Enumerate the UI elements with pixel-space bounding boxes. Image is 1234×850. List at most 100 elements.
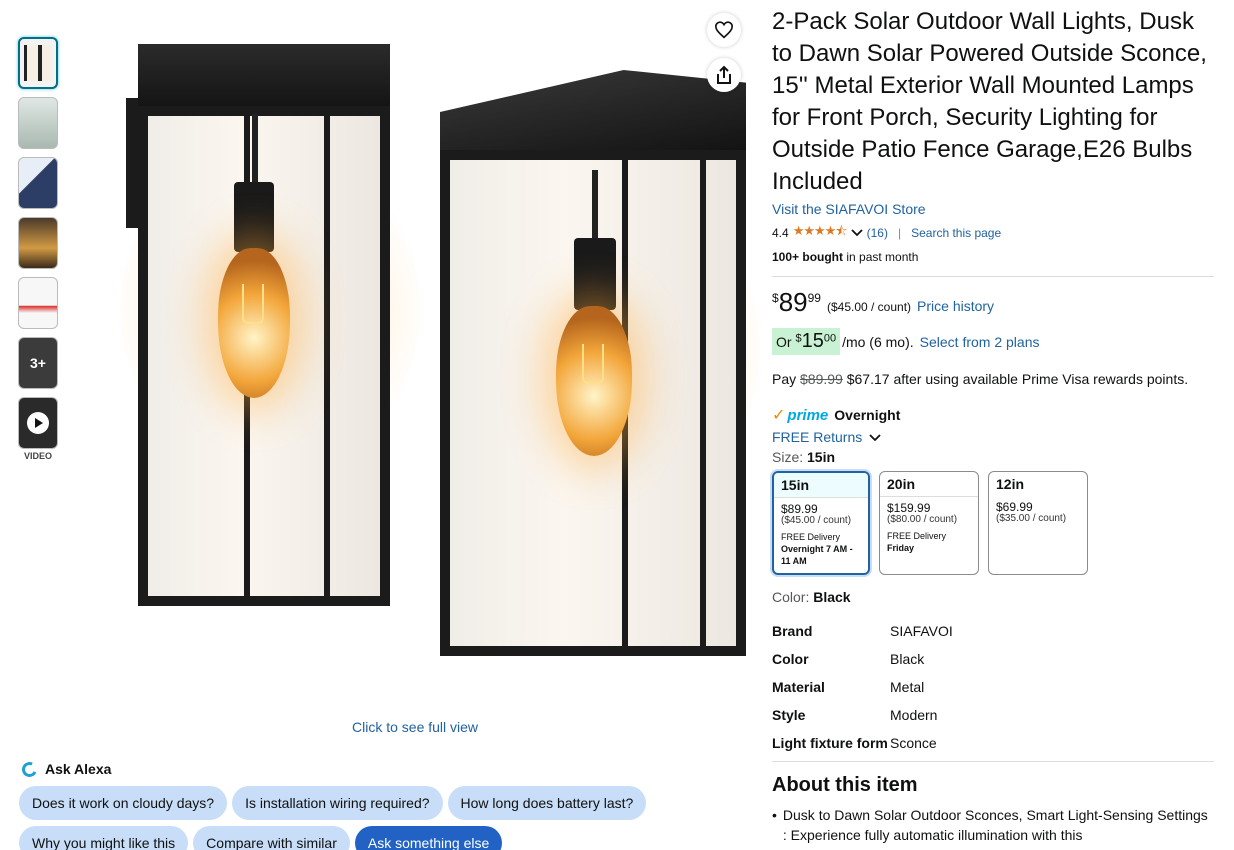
spec-row: Style Modern: [772, 705, 1214, 725]
alexa-icon: [19, 759, 40, 779]
share-icon: [717, 65, 731, 84]
lamp-left: [118, 44, 396, 614]
size-option-12in[interactable]: 12in $69.99 ($35.00 / count): [988, 471, 1088, 575]
size-option-when: Overnight 7 AM - 11 AM: [781, 544, 853, 566]
prime-check-icon: ✓: [772, 407, 786, 424]
rating-row: 4.4 ★★★★⯪ (16) | Search this page: [772, 222, 1214, 244]
spec-value: Black: [890, 651, 925, 667]
click-full-view-link[interactable]: Click to see full view: [352, 719, 478, 735]
pay-strike-price: $89.99: [800, 371, 843, 387]
spec-value: Sconce: [890, 735, 937, 751]
spec-key: Light fixture form: [772, 735, 888, 751]
color-value: Black: [813, 589, 851, 605]
wishlist-heart-button[interactable]: [707, 13, 741, 47]
size-options: 15in $89.99 ($45.00 / count) FREE Delive…: [772, 471, 1214, 575]
play-icon: [27, 412, 49, 434]
alexa-chip-why-like[interactable]: Why you might like this: [19, 826, 189, 850]
size-option-count: ($35.00 / count): [996, 513, 1067, 524]
installment-term: /mo (6 mo).: [842, 333, 914, 350]
size-label: Size: 15in: [772, 449, 1214, 465]
size-option-delivery: FREE Delivery: [887, 531, 947, 541]
price-currency: $: [772, 291, 779, 305]
thumbnail-video[interactable]: [18, 397, 58, 449]
thumbnail-3[interactable]: [18, 157, 58, 209]
size-selected: 15in: [807, 449, 836, 465]
alexa-chip-battery[interactable]: How long does battery last?: [447, 786, 647, 820]
thumbnail-5[interactable]: [18, 277, 58, 329]
product-title: 2-Pack Solar Outdoor Wall Lights, Dusk t…: [772, 8, 1207, 195]
size-option-15in[interactable]: 15in $89.99 ($45.00 / count) FREE Delive…: [772, 471, 870, 575]
alexa-chip-wiring[interactable]: Is installation wiring required?: [232, 786, 443, 820]
size-option-price: $69.99: [996, 500, 1033, 514]
price-history-link[interactable]: Price history: [917, 298, 994, 314]
heart-icon: [714, 21, 734, 39]
thumbnail-strip: 3+ VIDEO: [18, 37, 60, 461]
color-label: Color: Black: [772, 589, 1214, 605]
spec-row: Brand SIAFAVOI: [772, 621, 1214, 641]
about-heading: About this item: [772, 774, 918, 796]
share-button[interactable]: [707, 58, 741, 92]
size-option-20in[interactable]: 20in $159.99 ($80.00 / count) FREE Deliv…: [879, 471, 979, 575]
spec-key: Brand: [772, 623, 813, 639]
overnight-label: Overnight: [834, 407, 901, 423]
prime-delivery: ✓ prime Overnight: [772, 405, 1214, 425]
product-details: 2-Pack Solar Outdoor Wall Lights, Dusk t…: [772, 6, 1214, 845]
alexa-chip-compare[interactable]: Compare with similar: [193, 826, 350, 850]
price: $8999: [772, 287, 821, 318]
more-count: 3+: [30, 355, 46, 371]
free-returns-label: FREE Returns: [772, 429, 863, 445]
spec-value: Modern: [890, 707, 938, 723]
thumbnail-more[interactable]: 3+: [18, 337, 58, 389]
thumbnail-4[interactable]: [18, 217, 58, 269]
price-fraction: 99: [807, 291, 821, 305]
size-option-count: ($80.00 / count): [887, 514, 958, 525]
divider: |: [897, 226, 902, 240]
pay-prefix: Pay: [772, 371, 801, 387]
price-per-count: ($45.00 / count): [826, 300, 912, 314]
select-plans-link[interactable]: Select from 2 plans: [920, 334, 1040, 350]
prime-visa-pay: Pay $89.99 $67.17 after using available …: [772, 371, 1214, 387]
video-label: VIDEO: [23, 451, 52, 461]
size-option-name: 20in: [880, 472, 978, 497]
alexa-chip-cloudy[interactable]: Does it work on cloudy days?: [19, 786, 228, 820]
alexa-chips: Does it work on cloudy days? Is installat…: [19, 786, 719, 850]
size-option-name: 12in: [996, 476, 1025, 492]
size-option-delivery: FREE Delivery: [781, 532, 841, 542]
spec-key: Style: [772, 707, 806, 723]
lamp-right: [436, 70, 748, 660]
ask-alexa-label: Ask Alexa: [45, 761, 112, 777]
bought-rest: in past month: [843, 250, 919, 264]
chevron-down-icon: [869, 434, 881, 442]
divider-line: [772, 761, 1214, 762]
installment-whole: 15: [801, 330, 824, 352]
divider-line: [772, 276, 1214, 277]
size-option-when: Friday: [887, 543, 915, 553]
pay-rest: $67.17 after using available Prime Visa …: [842, 371, 1189, 387]
chevron-down-icon[interactable]: [850, 229, 863, 237]
thumbnail-1[interactable]: [18, 37, 58, 89]
size-option-name: 15in: [774, 473, 868, 498]
search-page-link[interactable]: Search this page: [911, 226, 1001, 240]
free-returns-link[interactable]: FREE Returns: [772, 429, 1214, 445]
about-bullet-text: Dusk to Dawn Solar Outdoor Sconces, Smar…: [782, 807, 1208, 843]
spec-key: Color: [772, 651, 809, 667]
star-rating-icon[interactable]: ★★★★⯪: [793, 222, 848, 244]
spec-row: Light fixture form Sconce: [772, 733, 1214, 753]
store-link[interactable]: Visit the SIAFAVOI Store: [772, 201, 1214, 217]
size-label-text: Size:: [772, 449, 808, 465]
installment-fraction: 00: [823, 332, 837, 345]
spec-key: Material: [772, 679, 825, 695]
bought-bold: 100+ bought: [772, 250, 844, 264]
spec-value: SIAFAVOI: [890, 623, 953, 639]
installment-row: Or $1500 /mo (6 mo). Select from 2 plans: [772, 328, 1214, 355]
color-label-text: Color:: [772, 589, 814, 605]
prime-logo: prime: [787, 406, 829, 424]
alexa-chip-ask-else[interactable]: Ask something else: [354, 826, 503, 850]
review-count-link[interactable]: (16): [867, 226, 888, 240]
bullet-dot: •: [772, 807, 777, 823]
size-option-price: $159.99: [887, 501, 931, 515]
thumbnail-2[interactable]: [18, 97, 58, 149]
main-product-image[interactable]: [80, 20, 760, 700]
spec-table: Brand SIAFAVOI Color Black Material Metal S…: [772, 621, 1214, 753]
rating-value: 4.4: [772, 226, 789, 240]
